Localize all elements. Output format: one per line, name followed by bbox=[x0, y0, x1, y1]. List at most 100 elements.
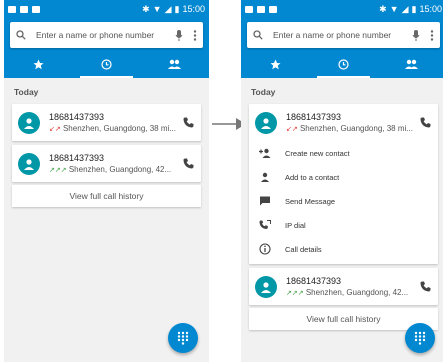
person-icon bbox=[24, 158, 34, 170]
bluetooth-icon: ✱ bbox=[379, 3, 387, 14]
status-time: 15:00 bbox=[182, 4, 205, 14]
call-log-item[interactable]: 18681437393 ↗↗↗ Shenzhen, Guangdong, 42.… bbox=[249, 268, 438, 305]
search-icon bbox=[253, 30, 263, 40]
missed-call-icon: ↙↗ bbox=[49, 126, 61, 133]
tab-recents[interactable] bbox=[72, 50, 140, 78]
tab-recents[interactable] bbox=[309, 50, 377, 78]
avatar bbox=[255, 275, 277, 298]
info-icon bbox=[259, 243, 271, 255]
avatar bbox=[255, 111, 277, 134]
call-log-item-expanded[interactable]: 18681437393 ↙↗ Shenzhen, Guangdong, 38 m… bbox=[249, 104, 438, 264]
phone-icon bbox=[420, 281, 430, 292]
search-bar[interactable]: Enter a name or phone number bbox=[10, 22, 203, 48]
outgoing-call-icon: ↗↗↗ bbox=[286, 290, 304, 297]
status-time: 15:00 bbox=[419, 4, 442, 14]
search-input[interactable]: Enter a name or phone number bbox=[36, 30, 175, 40]
call-log-item[interactable]: 18681437393 ↙↗ Shenzhen, Guangdong, 38 m… bbox=[12, 104, 201, 141]
overflow-menu-icon[interactable] bbox=[430, 29, 434, 41]
status-bar: ✱ ▼ ◢ ▮ 15:00 bbox=[241, 0, 443, 18]
dialpad-button[interactable] bbox=[405, 323, 435, 353]
bluetooth-icon: ✱ bbox=[142, 3, 150, 14]
avatar bbox=[18, 111, 40, 134]
add-person-icon bbox=[259, 148, 271, 158]
tab-favorites[interactable] bbox=[4, 50, 72, 78]
status-bar: ✱ ▼ ◢ ▮ 15:00 bbox=[4, 0, 209, 18]
menu-item-ip-dial[interactable]: IP dial bbox=[249, 213, 438, 237]
menu-item-send-message[interactable]: Send Message bbox=[249, 189, 438, 213]
missed-call-icon: ↙↗ bbox=[286, 126, 298, 133]
message-notification-icon bbox=[269, 5, 277, 13]
wifi-icon: ▼ bbox=[152, 4, 162, 14]
call-location: Shenzhen, Guangdong, 38 mi... bbox=[299, 124, 413, 133]
phone-icon bbox=[183, 117, 193, 128]
people-icon bbox=[405, 59, 419, 69]
call-log-item[interactable]: 18681437393 ↗↗↗ Shenzhen, Guangdong, 42.… bbox=[12, 145, 201, 182]
phone-icon bbox=[183, 158, 193, 169]
star-icon bbox=[270, 59, 281, 69]
wifi-icon: ▼ bbox=[389, 4, 399, 14]
signal-icon: ◢ bbox=[164, 3, 172, 14]
phone-icon bbox=[420, 117, 430, 128]
search-icon bbox=[16, 30, 26, 40]
menu-item-label: Add to a contact bbox=[285, 172, 340, 182]
message-icon bbox=[260, 196, 270, 206]
view-full-call-history-button[interactable]: View full call history bbox=[12, 185, 201, 207]
battery-icon: ▮ bbox=[411, 3, 417, 14]
ip-dial-icon bbox=[259, 220, 271, 229]
section-header-today: Today bbox=[251, 87, 276, 97]
avatar bbox=[18, 152, 40, 175]
image-notification-icon bbox=[245, 5, 253, 13]
phone-screen-after: ✱ ▼ ◢ ▮ 15:00 Enter a name or phone numb… bbox=[241, 0, 443, 362]
menu-item-label: IP dial bbox=[285, 220, 306, 230]
menu-item-add-to-contact[interactable]: Add to a contact bbox=[249, 165, 438, 189]
dialpad-icon bbox=[177, 331, 189, 345]
menu-item-label: Call details bbox=[285, 244, 322, 254]
call-location: Shenzhen, Guangdong, 38 mi... bbox=[62, 124, 176, 133]
call-button[interactable] bbox=[181, 117, 195, 128]
image-notification-icon bbox=[8, 5, 16, 13]
menu-item-label: Send Message bbox=[285, 196, 336, 206]
lock-notification-icon bbox=[20, 5, 28, 13]
caller-number: 18681437393 bbox=[286, 276, 342, 286]
call-location: Shenzhen, Guangdong, 42... bbox=[68, 165, 172, 174]
call-actions-menu: Create new contact Add to a contact Send… bbox=[249, 141, 438, 264]
caller-number: 18681437393 bbox=[49, 153, 105, 163]
tab-bar bbox=[4, 50, 209, 78]
dialpad-icon bbox=[414, 331, 426, 345]
overflow-menu-icon[interactable] bbox=[193, 29, 197, 41]
lock-notification-icon bbox=[257, 5, 265, 13]
person-icon bbox=[261, 172, 269, 182]
clock-icon bbox=[101, 58, 112, 70]
caller-number: 18681437393 bbox=[49, 112, 105, 122]
tab-contacts[interactable] bbox=[141, 50, 209, 78]
star-icon bbox=[33, 59, 44, 69]
menu-item-call-details[interactable]: Call details bbox=[249, 237, 438, 261]
caller-number: 18681437393 bbox=[286, 112, 342, 122]
clock-icon bbox=[338, 58, 349, 70]
person-icon bbox=[261, 117, 271, 129]
search-bar[interactable]: Enter a name or phone number bbox=[247, 22, 440, 48]
call-button[interactable] bbox=[418, 117, 432, 128]
tab-contacts[interactable] bbox=[378, 50, 443, 78]
app-bar: Enter a name or phone number bbox=[4, 18, 209, 78]
call-location: Shenzhen, Guangdong, 42... bbox=[305, 288, 409, 297]
tab-bar bbox=[241, 50, 443, 78]
tab-favorites[interactable] bbox=[241, 50, 309, 78]
search-input[interactable]: Enter a name or phone number bbox=[273, 30, 412, 40]
section-header-today: Today bbox=[14, 87, 39, 97]
person-icon bbox=[261, 281, 271, 293]
person-icon bbox=[24, 117, 34, 129]
microphone-icon[interactable] bbox=[175, 29, 183, 41]
microphone-icon[interactable] bbox=[412, 29, 420, 41]
menu-item-label: Create new contact bbox=[285, 148, 350, 158]
battery-icon: ▮ bbox=[174, 3, 180, 14]
call-button[interactable] bbox=[181, 158, 195, 169]
outgoing-call-icon: ↗↗↗ bbox=[49, 167, 67, 174]
menu-item-create-new-contact[interactable]: Create new contact bbox=[249, 141, 438, 165]
signal-icon: ◢ bbox=[401, 3, 409, 14]
people-icon bbox=[168, 59, 182, 69]
message-notification-icon bbox=[32, 5, 40, 13]
app-bar: Enter a name or phone number bbox=[241, 18, 443, 78]
call-button[interactable] bbox=[418, 281, 432, 292]
dialpad-button[interactable] bbox=[168, 323, 198, 353]
